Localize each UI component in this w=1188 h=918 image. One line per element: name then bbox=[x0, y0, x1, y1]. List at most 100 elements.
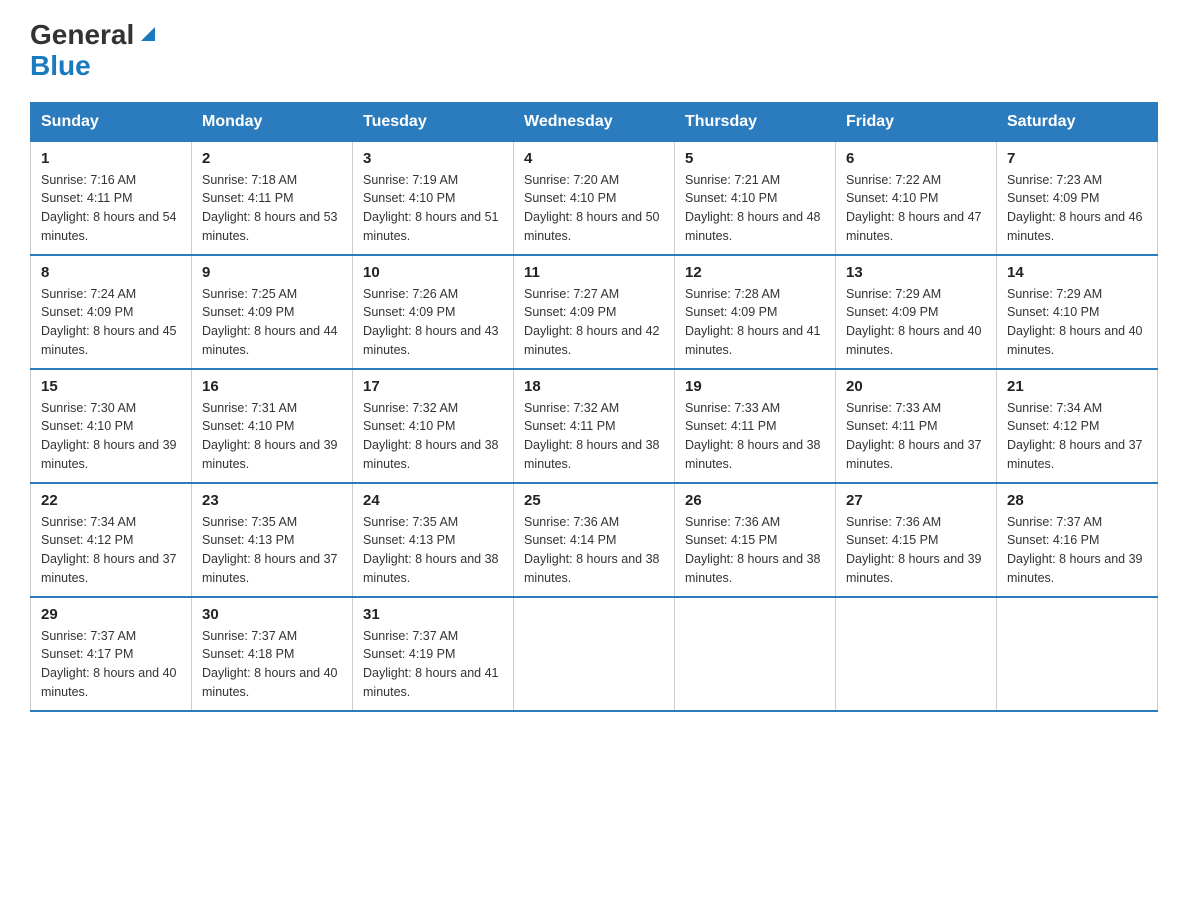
weekday-header-saturday: Saturday bbox=[997, 102, 1158, 141]
day-number: 2 bbox=[202, 150, 342, 167]
day-number: 4 bbox=[524, 150, 664, 167]
day-number: 11 bbox=[524, 264, 664, 281]
day-info: Sunrise: 7:24 AMSunset: 4:09 PMDaylight:… bbox=[41, 285, 181, 360]
calendar-cell: 12 Sunrise: 7:28 AMSunset: 4:09 PMDaylig… bbox=[675, 255, 836, 369]
day-info: Sunrise: 7:35 AMSunset: 4:13 PMDaylight:… bbox=[363, 513, 503, 588]
calendar-cell: 4 Sunrise: 7:20 AMSunset: 4:10 PMDayligh… bbox=[514, 141, 675, 255]
day-info: Sunrise: 7:20 AMSunset: 4:10 PMDaylight:… bbox=[524, 171, 664, 246]
calendar-cell: 30 Sunrise: 7:37 AMSunset: 4:18 PMDaylig… bbox=[192, 597, 353, 711]
day-info: Sunrise: 7:22 AMSunset: 4:10 PMDaylight:… bbox=[846, 171, 986, 246]
day-info: Sunrise: 7:30 AMSunset: 4:10 PMDaylight:… bbox=[41, 399, 181, 474]
day-info: Sunrise: 7:28 AMSunset: 4:09 PMDaylight:… bbox=[685, 285, 825, 360]
day-info: Sunrise: 7:31 AMSunset: 4:10 PMDaylight:… bbox=[202, 399, 342, 474]
day-number: 29 bbox=[41, 606, 181, 623]
day-info: Sunrise: 7:37 AMSunset: 4:17 PMDaylight:… bbox=[41, 627, 181, 702]
calendar-week-row: 8 Sunrise: 7:24 AMSunset: 4:09 PMDayligh… bbox=[31, 255, 1158, 369]
day-info: Sunrise: 7:36 AMSunset: 4:15 PMDaylight:… bbox=[846, 513, 986, 588]
day-info: Sunrise: 7:34 AMSunset: 4:12 PMDaylight:… bbox=[41, 513, 181, 588]
calendar-cell: 10 Sunrise: 7:26 AMSunset: 4:09 PMDaylig… bbox=[353, 255, 514, 369]
calendar-cell: 24 Sunrise: 7:35 AMSunset: 4:13 PMDaylig… bbox=[353, 483, 514, 597]
calendar-week-row: 15 Sunrise: 7:30 AMSunset: 4:10 PMDaylig… bbox=[31, 369, 1158, 483]
day-number: 7 bbox=[1007, 150, 1147, 167]
calendar-week-row: 1 Sunrise: 7:16 AMSunset: 4:11 PMDayligh… bbox=[31, 141, 1158, 255]
day-info: Sunrise: 7:35 AMSunset: 4:13 PMDaylight:… bbox=[202, 513, 342, 588]
day-info: Sunrise: 7:16 AMSunset: 4:11 PMDaylight:… bbox=[41, 171, 181, 246]
day-number: 27 bbox=[846, 492, 986, 509]
day-number: 13 bbox=[846, 264, 986, 281]
day-number: 31 bbox=[363, 606, 503, 623]
day-number: 23 bbox=[202, 492, 342, 509]
day-info: Sunrise: 7:32 AMSunset: 4:11 PMDaylight:… bbox=[524, 399, 664, 474]
calendar-cell: 25 Sunrise: 7:36 AMSunset: 4:14 PMDaylig… bbox=[514, 483, 675, 597]
day-info: Sunrise: 7:27 AMSunset: 4:09 PMDaylight:… bbox=[524, 285, 664, 360]
day-info: Sunrise: 7:29 AMSunset: 4:10 PMDaylight:… bbox=[1007, 285, 1147, 360]
logo: General Blue bbox=[30, 20, 159, 82]
calendar-cell: 21 Sunrise: 7:34 AMSunset: 4:12 PMDaylig… bbox=[997, 369, 1158, 483]
day-info: Sunrise: 7:23 AMSunset: 4:09 PMDaylight:… bbox=[1007, 171, 1147, 246]
day-number: 9 bbox=[202, 264, 342, 281]
day-number: 20 bbox=[846, 378, 986, 395]
day-info: Sunrise: 7:33 AMSunset: 4:11 PMDaylight:… bbox=[846, 399, 986, 474]
day-number: 19 bbox=[685, 378, 825, 395]
calendar-cell: 5 Sunrise: 7:21 AMSunset: 4:10 PMDayligh… bbox=[675, 141, 836, 255]
calendar-cell: 13 Sunrise: 7:29 AMSunset: 4:09 PMDaylig… bbox=[836, 255, 997, 369]
page-header: General Blue bbox=[30, 20, 1158, 82]
calendar-table: SundayMondayTuesdayWednesdayThursdayFrid… bbox=[30, 102, 1158, 712]
day-number: 21 bbox=[1007, 378, 1147, 395]
weekday-header-friday: Friday bbox=[836, 102, 997, 141]
day-number: 6 bbox=[846, 150, 986, 167]
day-number: 18 bbox=[524, 378, 664, 395]
logo-blue: Blue bbox=[30, 51, 159, 82]
calendar-cell: 26 Sunrise: 7:36 AMSunset: 4:15 PMDaylig… bbox=[675, 483, 836, 597]
day-number: 25 bbox=[524, 492, 664, 509]
day-info: Sunrise: 7:33 AMSunset: 4:11 PMDaylight:… bbox=[685, 399, 825, 474]
day-number: 16 bbox=[202, 378, 342, 395]
calendar-cell: 23 Sunrise: 7:35 AMSunset: 4:13 PMDaylig… bbox=[192, 483, 353, 597]
calendar-cell bbox=[514, 597, 675, 711]
weekday-header-monday: Monday bbox=[192, 102, 353, 141]
calendar-cell: 29 Sunrise: 7:37 AMSunset: 4:17 PMDaylig… bbox=[31, 597, 192, 711]
day-number: 28 bbox=[1007, 492, 1147, 509]
calendar-cell: 27 Sunrise: 7:36 AMSunset: 4:15 PMDaylig… bbox=[836, 483, 997, 597]
calendar-cell: 16 Sunrise: 7:31 AMSunset: 4:10 PMDaylig… bbox=[192, 369, 353, 483]
weekday-header-sunday: Sunday bbox=[31, 102, 192, 141]
day-info: Sunrise: 7:37 AMSunset: 4:16 PMDaylight:… bbox=[1007, 513, 1147, 588]
day-info: Sunrise: 7:21 AMSunset: 4:10 PMDaylight:… bbox=[685, 171, 825, 246]
calendar-cell: 8 Sunrise: 7:24 AMSunset: 4:09 PMDayligh… bbox=[31, 255, 192, 369]
day-info: Sunrise: 7:29 AMSunset: 4:09 PMDaylight:… bbox=[846, 285, 986, 360]
calendar-cell: 28 Sunrise: 7:37 AMSunset: 4:16 PMDaylig… bbox=[997, 483, 1158, 597]
day-number: 3 bbox=[363, 150, 503, 167]
calendar-cell: 1 Sunrise: 7:16 AMSunset: 4:11 PMDayligh… bbox=[31, 141, 192, 255]
calendar-cell: 14 Sunrise: 7:29 AMSunset: 4:10 PMDaylig… bbox=[997, 255, 1158, 369]
day-number: 22 bbox=[41, 492, 181, 509]
day-info: Sunrise: 7:26 AMSunset: 4:09 PMDaylight:… bbox=[363, 285, 503, 360]
calendar-cell: 17 Sunrise: 7:32 AMSunset: 4:10 PMDaylig… bbox=[353, 369, 514, 483]
day-number: 15 bbox=[41, 378, 181, 395]
day-number: 5 bbox=[685, 150, 825, 167]
day-info: Sunrise: 7:34 AMSunset: 4:12 PMDaylight:… bbox=[1007, 399, 1147, 474]
day-number: 26 bbox=[685, 492, 825, 509]
calendar-cell: 20 Sunrise: 7:33 AMSunset: 4:11 PMDaylig… bbox=[836, 369, 997, 483]
calendar-cell: 11 Sunrise: 7:27 AMSunset: 4:09 PMDaylig… bbox=[514, 255, 675, 369]
calendar-cell: 3 Sunrise: 7:19 AMSunset: 4:10 PMDayligh… bbox=[353, 141, 514, 255]
day-info: Sunrise: 7:25 AMSunset: 4:09 PMDaylight:… bbox=[202, 285, 342, 360]
weekday-header-row: SundayMondayTuesdayWednesdayThursdayFrid… bbox=[31, 102, 1158, 141]
day-number: 24 bbox=[363, 492, 503, 509]
day-info: Sunrise: 7:37 AMSunset: 4:19 PMDaylight:… bbox=[363, 627, 503, 702]
calendar-week-row: 29 Sunrise: 7:37 AMSunset: 4:17 PMDaylig… bbox=[31, 597, 1158, 711]
calendar-cell: 18 Sunrise: 7:32 AMSunset: 4:11 PMDaylig… bbox=[514, 369, 675, 483]
day-info: Sunrise: 7:37 AMSunset: 4:18 PMDaylight:… bbox=[202, 627, 342, 702]
weekday-header-tuesday: Tuesday bbox=[353, 102, 514, 141]
calendar-cell: 7 Sunrise: 7:23 AMSunset: 4:09 PMDayligh… bbox=[997, 141, 1158, 255]
day-number: 8 bbox=[41, 264, 181, 281]
calendar-cell: 19 Sunrise: 7:33 AMSunset: 4:11 PMDaylig… bbox=[675, 369, 836, 483]
calendar-cell bbox=[997, 597, 1158, 711]
day-number: 14 bbox=[1007, 264, 1147, 281]
calendar-cell bbox=[836, 597, 997, 711]
weekday-header-thursday: Thursday bbox=[675, 102, 836, 141]
logo-triangle-icon bbox=[137, 23, 159, 45]
calendar-cell bbox=[675, 597, 836, 711]
day-info: Sunrise: 7:19 AMSunset: 4:10 PMDaylight:… bbox=[363, 171, 503, 246]
calendar-cell: 31 Sunrise: 7:37 AMSunset: 4:19 PMDaylig… bbox=[353, 597, 514, 711]
calendar-cell: 15 Sunrise: 7:30 AMSunset: 4:10 PMDaylig… bbox=[31, 369, 192, 483]
